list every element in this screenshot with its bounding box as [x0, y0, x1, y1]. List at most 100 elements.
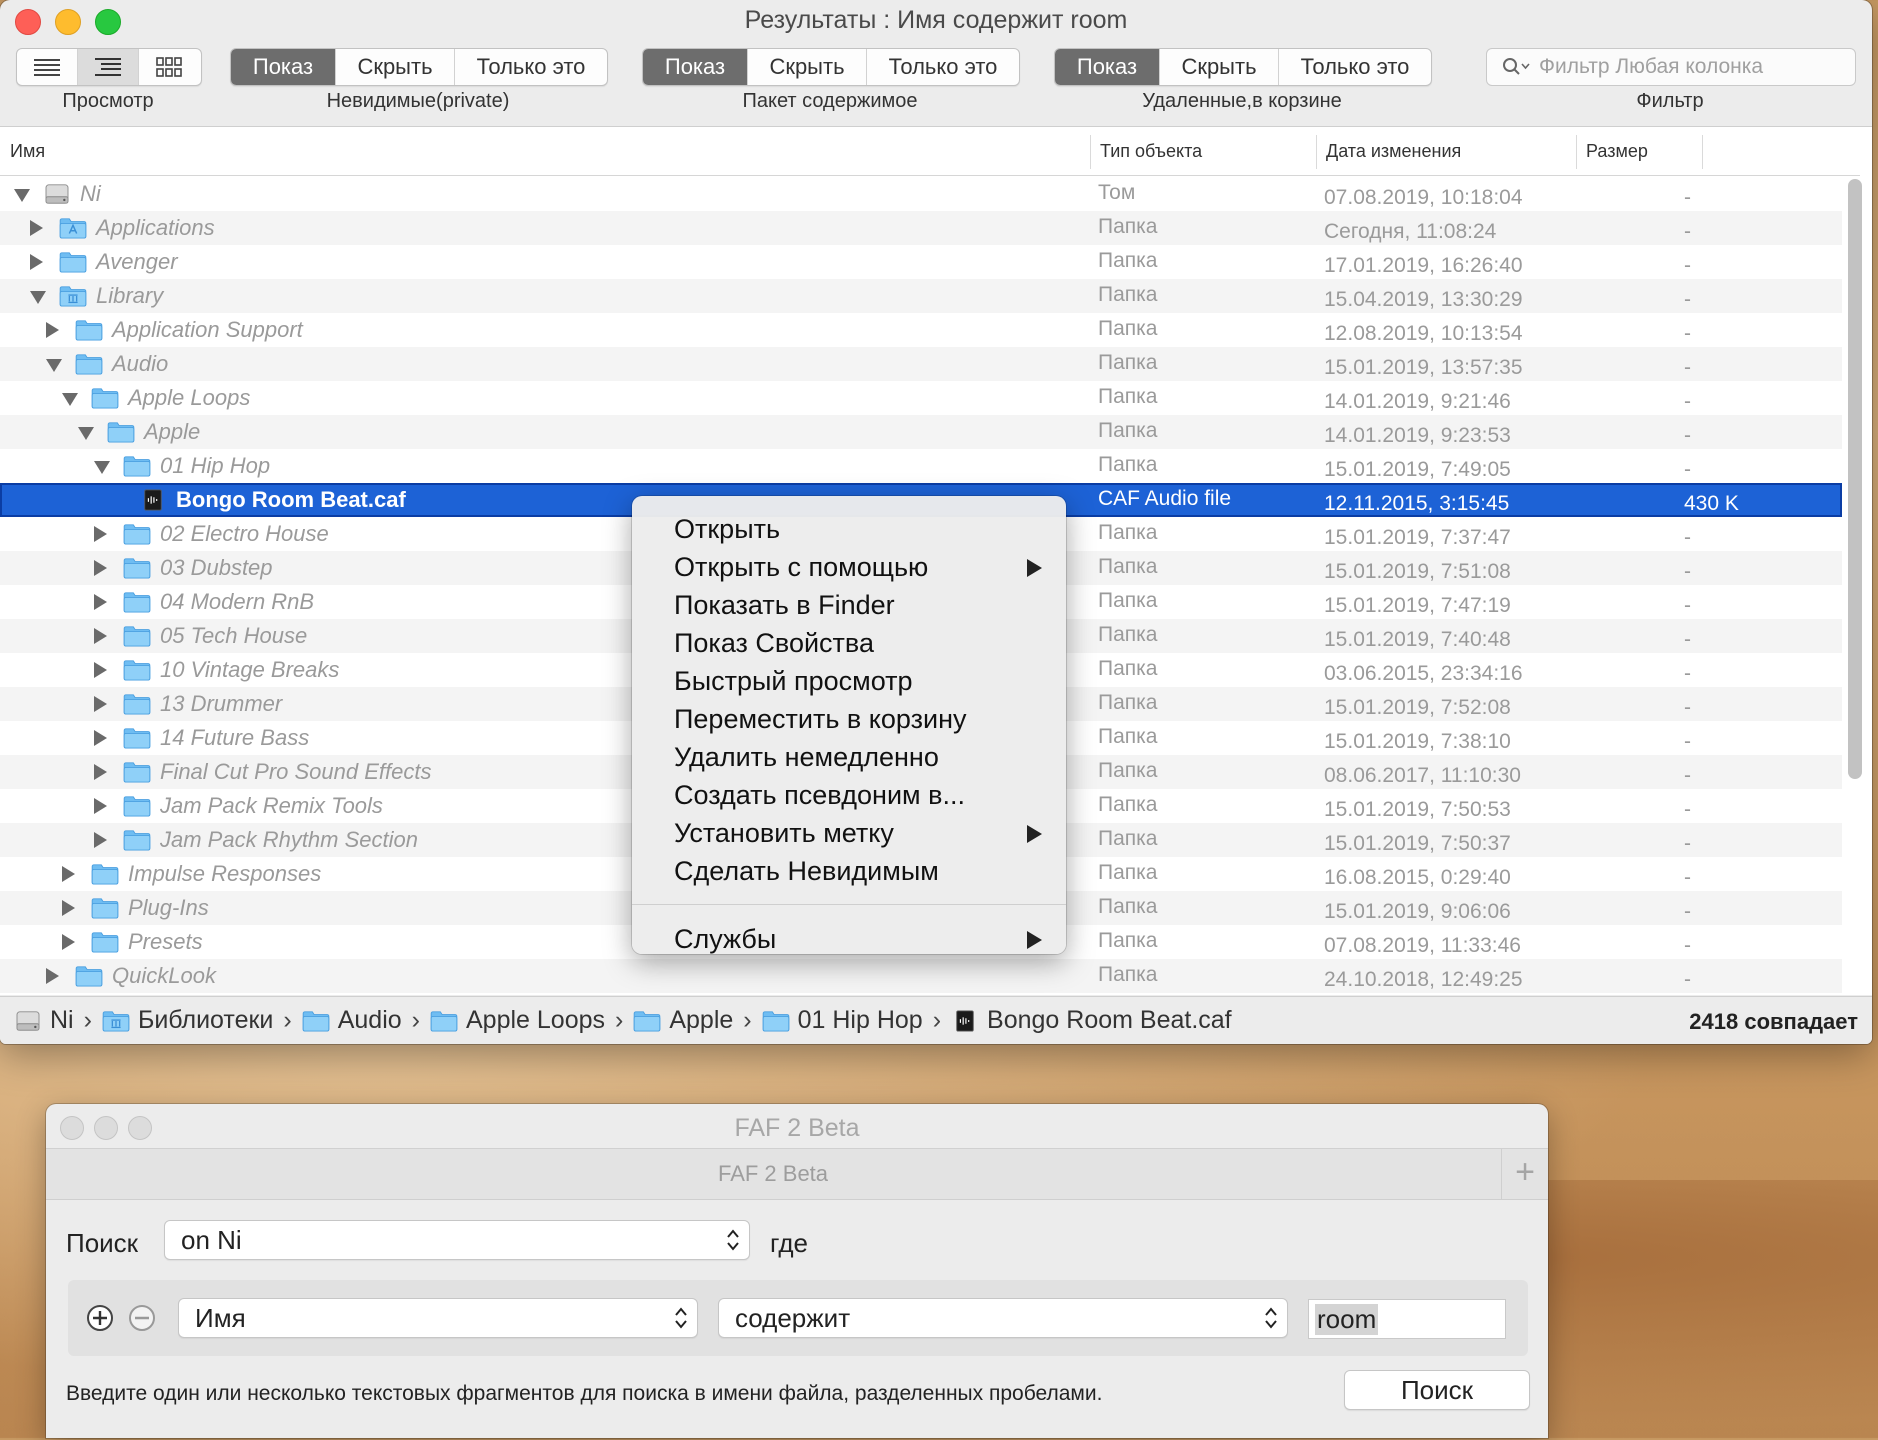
disclosure-collapsed-icon[interactable] [94, 798, 107, 814]
breadcrumb-label: Audio [337, 1006, 402, 1034]
disclosure-collapsed-icon[interactable] [94, 526, 107, 542]
package-show-button[interactable]: Показ [643, 49, 748, 85]
row-name: Bongo Room Beat.caf [176, 487, 406, 512]
column-divider[interactable] [1702, 135, 1703, 169]
disclosure-collapsed-icon[interactable] [94, 764, 107, 780]
disclosure-collapsed-icon[interactable] [46, 968, 59, 984]
column-divider[interactable] [1316, 135, 1317, 169]
folder-icon [74, 319, 104, 341]
trash-show-button[interactable]: Показ [1055, 49, 1160, 85]
row-size: - [1684, 730, 1691, 753]
invisible-hide-button[interactable]: Скрыть [336, 49, 455, 85]
disclosure-expanded-icon[interactable] [30, 291, 46, 304]
context-menu-item[interactable]: Показ Свойства [632, 624, 1066, 662]
context-menu-item[interactable]: Открыть с помощью [632, 548, 1066, 586]
column-divider[interactable] [1090, 135, 1091, 169]
context-menu-item[interactable]: Создать псевдоним в... [632, 776, 1066, 814]
view-mode-control [16, 48, 202, 86]
disclosure-collapsed-icon[interactable] [30, 254, 43, 270]
grid-view-button[interactable] [139, 49, 199, 85]
drive-icon [42, 183, 72, 205]
table-row[interactable]: 01 Hip Hop Папка 15.01.2019, 7:49:05 - [0, 449, 1842, 483]
table-row[interactable]: Apple Loops Папка 14.01.2019, 9:21:46 - [0, 381, 1842, 415]
row-size: - [1684, 560, 1691, 583]
table-row[interactable]: Apple Папка 14.01.2019, 9:23:53 - [0, 415, 1842, 449]
breadcrumb-item[interactable]: Apple Loops [430, 1006, 605, 1035]
add-criterion-button[interactable] [86, 1304, 114, 1332]
remove-criterion-button[interactable] [128, 1304, 156, 1332]
where-label: где [770, 1228, 808, 1258]
table-row[interactable]: Avenger Папка 17.01.2019, 16:26:40 - [0, 245, 1842, 279]
breadcrumb-item[interactable]: Ni [14, 1006, 74, 1035]
context-menu-item[interactable]: Открыть [632, 510, 1066, 548]
submenu-arrow-icon [1027, 931, 1042, 949]
search-button[interactable]: Поиск [1344, 1370, 1530, 1410]
disclosure-collapsed-icon[interactable] [94, 560, 107, 576]
filter-placeholder: Фильтр Любая колонка [1539, 55, 1764, 78]
breadcrumb-item[interactable]: Bongo Room Beat.caf [951, 1006, 1232, 1035]
folder-icon [302, 1010, 330, 1032]
disclosure-collapsed-icon[interactable] [94, 594, 107, 610]
row-size: - [1684, 254, 1691, 277]
search-location-popup[interactable]: on Ni [164, 1220, 750, 1260]
vertical-scrollbar[interactable] [1848, 179, 1862, 779]
breadcrumb-item[interactable]: 01 Hip Hop [762, 1006, 923, 1035]
table-row[interactable]: Applications Папка Сегодня, 11:08:24 - [0, 211, 1842, 245]
search-hint: Введите один или несколько текстовых фра… [66, 1382, 1103, 1405]
context-menu-item[interactable]: Установить метку [632, 814, 1066, 852]
disclosure-collapsed-icon[interactable] [62, 900, 75, 916]
trash-hide-button[interactable]: Скрыть [1160, 49, 1279, 85]
table-row[interactable]: Library Папка 15.04.2019, 13:30:29 - [0, 279, 1842, 313]
criterion-field-popup[interactable]: Имя [178, 1298, 698, 1338]
row-kind: Папка [1098, 759, 1158, 782]
package-hide-button[interactable]: Скрыть [748, 49, 867, 85]
outline-view-button[interactable] [78, 49, 139, 85]
context-menu-item[interactable]: Быстрый просмотр [632, 662, 1066, 700]
disclosure-expanded-icon[interactable] [94, 461, 110, 474]
column-header-name[interactable]: Имя [10, 141, 45, 162]
disclosure-collapsed-icon[interactable] [46, 322, 59, 338]
column-divider[interactable] [1576, 135, 1577, 169]
disclosure-expanded-icon[interactable] [46, 359, 62, 372]
breadcrumb-item[interactable]: Библиотеки [102, 1006, 273, 1035]
add-tab-button[interactable]: + [1501, 1149, 1548, 1199]
invisible-show-button[interactable]: Показ [231, 49, 336, 85]
table-row[interactable]: Ni Том 07.08.2019, 10:18:04 - [0, 177, 1842, 211]
row-date: 15.01.2019, 7:47:19 [1324, 594, 1511, 617]
context-menu-item[interactable]: Показать в Finder [632, 586, 1066, 624]
disclosure-collapsed-icon[interactable] [94, 696, 107, 712]
disclosure-collapsed-icon[interactable] [94, 662, 107, 678]
table-row[interactable]: QuickLook Папка 24.10.2018, 12:49:25 - [0, 959, 1842, 993]
criterion-operator-popup[interactable]: содержит [718, 1298, 1288, 1338]
context-menu-item[interactable]: Удалить немедленно [632, 738, 1066, 776]
table-row[interactable]: Application Support Папка 12.08.2019, 10:1… [0, 313, 1842, 347]
disclosure-expanded-icon[interactable] [78, 427, 94, 440]
column-header-kind[interactable]: Тип объекта [1100, 141, 1202, 162]
disclosure-collapsed-icon[interactable] [94, 628, 107, 644]
invisible-only-button[interactable]: Только это [455, 49, 607, 85]
disclosure-expanded-icon[interactable] [62, 393, 78, 406]
table-row[interactable]: Audio Папка 15.01.2019, 13:57:35 - [0, 347, 1842, 381]
row-date: 03.06.2015, 23:34:16 [1324, 662, 1523, 685]
context-menu-item[interactable]: Сделать Невидимым [632, 852, 1066, 890]
disclosure-collapsed-icon[interactable] [94, 832, 107, 848]
disclosure-expanded-icon[interactable] [14, 189, 30, 202]
criterion-value-input[interactable]: room [1308, 1299, 1506, 1339]
trash-only-button[interactable]: Только это [1279, 49, 1431, 85]
disclosure-collapsed-icon[interactable] [62, 934, 75, 950]
disclosure-collapsed-icon[interactable] [30, 220, 43, 236]
column-header-date[interactable]: Дата изменения [1326, 141, 1461, 162]
breadcrumb-item[interactable]: Audio [302, 1006, 402, 1035]
package-only-button[interactable]: Только это [867, 49, 1019, 85]
column-header-size[interactable]: Размер [1586, 141, 1648, 162]
breadcrumb-item[interactable]: Apple [633, 1006, 733, 1035]
disclosure-collapsed-icon[interactable] [62, 866, 75, 882]
filter-input[interactable]: Фильтр Любая колонка [1486, 48, 1856, 86]
list-view-button[interactable] [17, 49, 78, 85]
audio-file-icon [138, 489, 168, 511]
row-name: Apple [144, 419, 201, 444]
disclosure-collapsed-icon[interactable] [94, 730, 107, 746]
tab-faf[interactable]: FAF 2 Beta [46, 1161, 1500, 1187]
context-menu-item[interactable]: Переместить в корзину [632, 700, 1066, 738]
context-menu-item-services[interactable]: Службы [632, 920, 1066, 958]
